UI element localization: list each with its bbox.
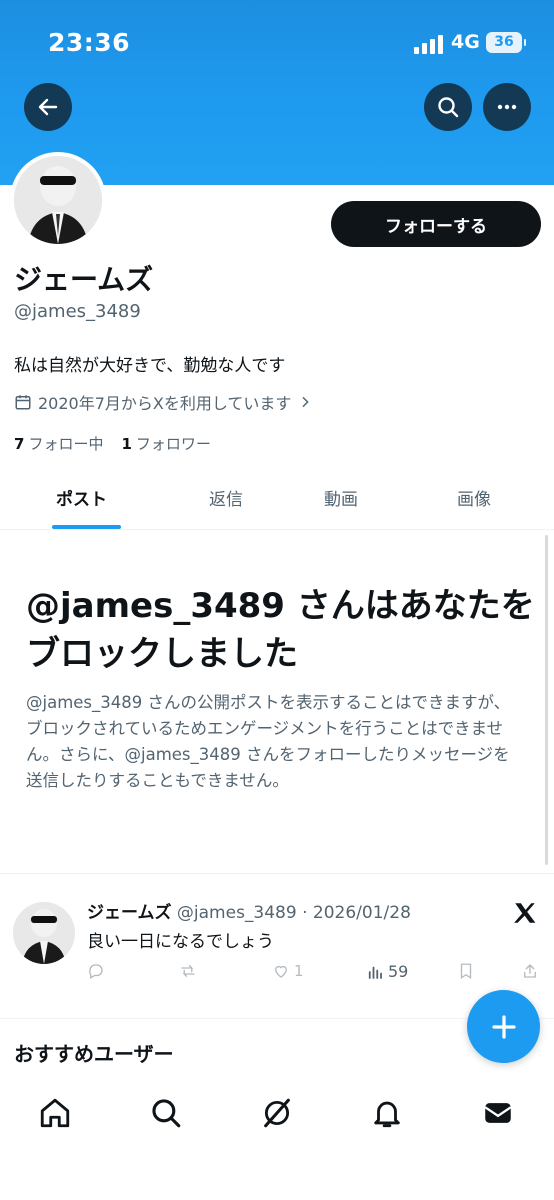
profile-bio: 私は自然が大好きで、勤勉な人です [14,356,286,376]
status-time: 23:36 [48,28,131,57]
messages-icon[interactable] [481,1096,515,1130]
post-author[interactable]: ジェームズ [87,903,172,923]
avatar-image [14,156,102,244]
share-icon [524,964,536,978]
post-handle-date: @james_3489 · 2026/01/28 [176,903,411,923]
repost-button[interactable] [179,962,197,980]
repost-icon [181,965,195,977]
follow-button[interactable]: フォローする [331,201,541,247]
search-icon[interactable] [149,1096,183,1130]
profile-tabs: ポスト 返信 動画 画像 [0,470,554,530]
chevron-right-icon [302,396,310,408]
grok-icon[interactable] [260,1096,294,1130]
heart-icon [275,965,287,978]
share-button[interactable] [521,962,539,980]
battery-icon: 36 [486,32,526,53]
post-avatar[interactable] [13,902,75,964]
view-count: 59 [388,962,409,981]
tab-images[interactable]: 画像 [457,485,491,510]
post-text: 良い一日になるでしょう [87,932,274,952]
active-tab-indicator [52,525,121,529]
plus-icon [491,1014,516,1039]
tab-replies[interactable]: 返信 [209,485,243,510]
post-actions: 1 59 [87,962,547,986]
tab-videos[interactable]: 動画 [324,485,358,510]
recommended-users-heading: おすすめユーザー [14,1042,174,1066]
more-button[interactable] [483,83,531,131]
status-bar: 23:36 4G 36 [0,28,554,62]
tab-posts[interactable]: ポスト [56,485,107,510]
calendar-icon [15,395,31,410]
home-icon[interactable] [38,1096,72,1130]
x-logo-icon [514,903,536,923]
back-button[interactable] [24,83,72,131]
avatar-image [13,902,75,964]
bookmark-button[interactable] [457,962,475,980]
scrollbar[interactable] [545,535,548,865]
followers-link[interactable]: 1 フォロワー [121,433,210,454]
signal-icon [414,34,444,54]
analytics-icon [368,966,382,979]
bookmark-icon [460,963,472,980]
search-button[interactable] [424,83,472,131]
joined-text: 2020年7月からXを利用しています [38,394,292,413]
profile-name: ジェームズ [14,263,154,296]
profile-avatar[interactable] [10,152,106,248]
more-horizontal-icon [497,104,517,110]
follow-counts: 7 フォロー中 1 フォロワー [14,433,211,454]
post-item[interactable]: ジェームズ @james_3489 · 2026/01/28 良い一日になるでし… [0,874,554,1018]
following-link[interactable]: 7 フォロー中 [14,433,103,454]
blocked-description: @james_3489 さんの公開ポストを表示することはできますが、ブロックされ… [26,693,511,790]
like-button[interactable]: 1 [272,962,304,980]
search-icon [438,97,459,118]
views-button[interactable]: 59 [366,962,408,981]
like-count: 1 [294,962,304,980]
arrow-left-icon [38,98,58,116]
notifications-icon[interactable] [370,1096,404,1130]
reply-icon [89,964,103,979]
post-header: ジェームズ @james_3489 · 2026/01/28 [87,898,411,923]
joined-date[interactable]: 2020年7月からXを利用しています [14,390,313,414]
blocked-title: @james_3489 さんはあなたをブロックしました [26,586,535,674]
compose-post-button[interactable] [467,990,540,1063]
network-type: 4G [451,31,480,53]
reply-button[interactable] [87,962,105,980]
profile-handle: @james_3489 [14,301,141,322]
bottom-nav [0,1074,554,1200]
